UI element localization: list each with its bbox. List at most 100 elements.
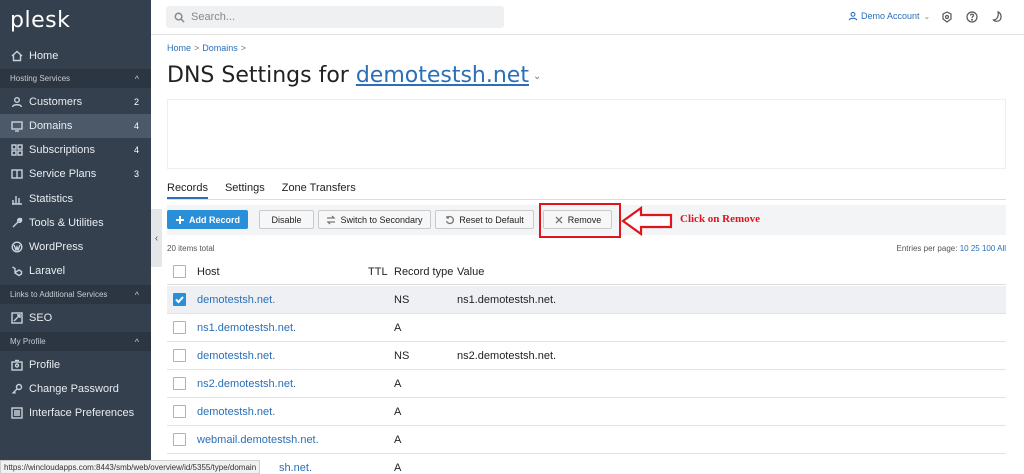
- sidebar-item-domains[interactable]: Domains 4: [0, 114, 151, 138]
- row-checkbox[interactable]: [173, 321, 186, 334]
- row-checkbox[interactable]: [173, 405, 186, 418]
- tab-settings[interactable]: Settings: [225, 182, 265, 199]
- row-checkbox[interactable]: [173, 433, 186, 446]
- column-value[interactable]: Value: [457, 266, 484, 278]
- section-hosting-services[interactable]: Hosting Services ^: [0, 69, 151, 88]
- sidebar-item-interface-preferences[interactable]: Interface Preferences: [0, 401, 151, 425]
- row-type: NS: [394, 350, 410, 362]
- table-row[interactable]: demotestsh.net. NS ns1.demotestsh.net.: [167, 286, 1006, 314]
- search-input[interactable]: Search...: [166, 6, 504, 28]
- disable-button[interactable]: Disable: [259, 210, 314, 229]
- sidebar-item-home[interactable]: Home: [0, 44, 151, 68]
- sidebar-item-label: SEO: [29, 312, 53, 324]
- table-row[interactable]: webmail.demotestsh.net. A: [167, 426, 1006, 454]
- button-label: Reset to Default: [459, 214, 524, 225]
- row-host[interactable]: demotestsh.net.: [197, 294, 275, 306]
- entries-option-25[interactable]: 25: [971, 244, 980, 253]
- plus-icon: [175, 215, 184, 224]
- row-host[interactable]: webmail.demotestsh.net.: [197, 434, 319, 446]
- sidebar-item-wordpress[interactable]: WordPress: [0, 235, 151, 259]
- search-placeholder: Search...: [191, 11, 236, 23]
- table-row[interactable]: ns2.demotestsh.net. A: [167, 370, 1006, 398]
- section-label: My Profile: [10, 337, 46, 346]
- breadcrumb-domains[interactable]: Domains: [202, 43, 238, 53]
- table-row[interactable]: demotestsh.net. NS ns2.demotestsh.net.: [167, 342, 1006, 370]
- annotation-callout: Click on Remove: [680, 213, 761, 225]
- sidebar-item-label: Statistics: [29, 193, 74, 205]
- domain-link[interactable]: demotestsh.net: [356, 63, 529, 88]
- table-header: Host TTL Record type Value: [167, 258, 1006, 285]
- column-host[interactable]: Host: [197, 266, 220, 278]
- annotation-highlight-box: [539, 203, 621, 238]
- profile-card-icon: [10, 358, 24, 372]
- moon-icon[interactable]: [990, 10, 1004, 24]
- row-type: A: [394, 434, 402, 446]
- laravel-icon: [10, 264, 24, 278]
- row-checkbox[interactable]: [173, 293, 186, 306]
- row-host[interactable]: demotestsh.net.: [197, 406, 275, 418]
- wordpress-icon: [10, 240, 24, 254]
- grid-icon: [10, 143, 24, 157]
- count-badge: 3: [133, 169, 139, 179]
- button-label: Switch to Secondary: [340, 214, 423, 225]
- chevron-up-icon: ^: [134, 289, 139, 300]
- sidebar-item-profile[interactable]: Profile: [0, 353, 151, 377]
- row-checkbox[interactable]: [173, 349, 186, 362]
- book-icon: [10, 167, 24, 181]
- entries-option-10[interactable]: 10: [960, 244, 969, 253]
- account-menu[interactable]: Demo Account ⌄: [848, 11, 930, 21]
- tab-zone-transfers[interactable]: Zone Transfers: [282, 182, 356, 199]
- row-checkbox[interactable]: [173, 377, 186, 390]
- sidebar-item-tools[interactable]: Tools & Utilities: [0, 211, 151, 235]
- section-label: Hosting Services: [10, 74, 71, 83]
- chevron-down-icon[interactable]: ⌄: [533, 71, 541, 82]
- entries-option-all[interactable]: All: [997, 244, 1006, 253]
- column-record-type[interactable]: Record type: [394, 266, 453, 278]
- sidebar-item-service-plans[interactable]: Service Plans 3: [0, 162, 151, 186]
- section-my-profile[interactable]: My Profile ^: [0, 332, 151, 351]
- add-record-button[interactable]: Add Record: [167, 210, 248, 229]
- search-icon: [174, 12, 185, 23]
- sidebar-item-label: Interface Preferences: [29, 407, 135, 419]
- row-type: A: [394, 462, 402, 474]
- extensions-icon[interactable]: [940, 10, 954, 24]
- column-ttl[interactable]: TTL: [368, 266, 388, 278]
- row-type: NS: [394, 294, 410, 306]
- sidebar: plesk Home Hosting Services ^ Customers …: [0, 0, 151, 474]
- sidebar-item-subscriptions[interactable]: Subscriptions 4: [0, 138, 151, 162]
- plesk-logo[interactable]: plesk: [10, 8, 70, 33]
- chevron-down-icon: ⌄: [923, 11, 931, 21]
- sidebar-item-customers[interactable]: Customers 2: [0, 90, 151, 114]
- sidebar-item-label: Customers: [29, 96, 83, 108]
- row-host[interactable]: demotestsh.net.: [197, 350, 275, 362]
- row-host[interactable]: sh.net.: [279, 462, 312, 474]
- reset-to-default-button[interactable]: Reset to Default: [435, 210, 534, 229]
- tab-records[interactable]: Records: [167, 182, 208, 199]
- select-all-checkbox[interactable]: [173, 265, 186, 278]
- blank-panel: [167, 99, 1006, 169]
- user-icon: [848, 11, 858, 21]
- entries-option-100[interactable]: 100: [982, 244, 995, 253]
- table-row[interactable]: sh.net. A: [167, 454, 1006, 474]
- breadcrumb-home[interactable]: Home: [167, 43, 191, 53]
- sidebar-collapse-handle[interactable]: ‹: [151, 209, 162, 267]
- row-host[interactable]: ns2.demotestsh.net.: [197, 378, 296, 390]
- sidebar-item-statistics[interactable]: Statistics: [0, 187, 151, 211]
- section-links-additional[interactable]: Links to Additional Services ^: [0, 285, 151, 304]
- sidebar-item-seo[interactable]: SEO: [0, 306, 151, 330]
- breadcrumb: Home > Domains >: [167, 43, 247, 53]
- table-row[interactable]: demotestsh.net. A: [167, 398, 1006, 426]
- row-type: A: [394, 406, 402, 418]
- sidebar-item-label: Laravel: [29, 265, 66, 277]
- sidebar-item-label: WordPress: [29, 241, 84, 253]
- row-host[interactable]: ns1.demotestsh.net.: [197, 322, 296, 334]
- sidebar-item-change-password[interactable]: Change Password: [0, 377, 151, 401]
- count-badge: 4: [133, 145, 139, 155]
- button-label: Disable: [271, 214, 302, 225]
- table-row[interactable]: ns1.demotestsh.net. A: [167, 314, 1006, 342]
- sidebar-item-laravel[interactable]: Laravel: [0, 259, 151, 283]
- browser-status-url: https://wincloudapps.com:8443/smb/web/ov…: [0, 460, 261, 474]
- help-icon[interactable]: [965, 10, 979, 24]
- switch-to-secondary-button[interactable]: Switch to Secondary: [318, 210, 431, 229]
- sidebar-item-label: Service Plans: [29, 168, 97, 180]
